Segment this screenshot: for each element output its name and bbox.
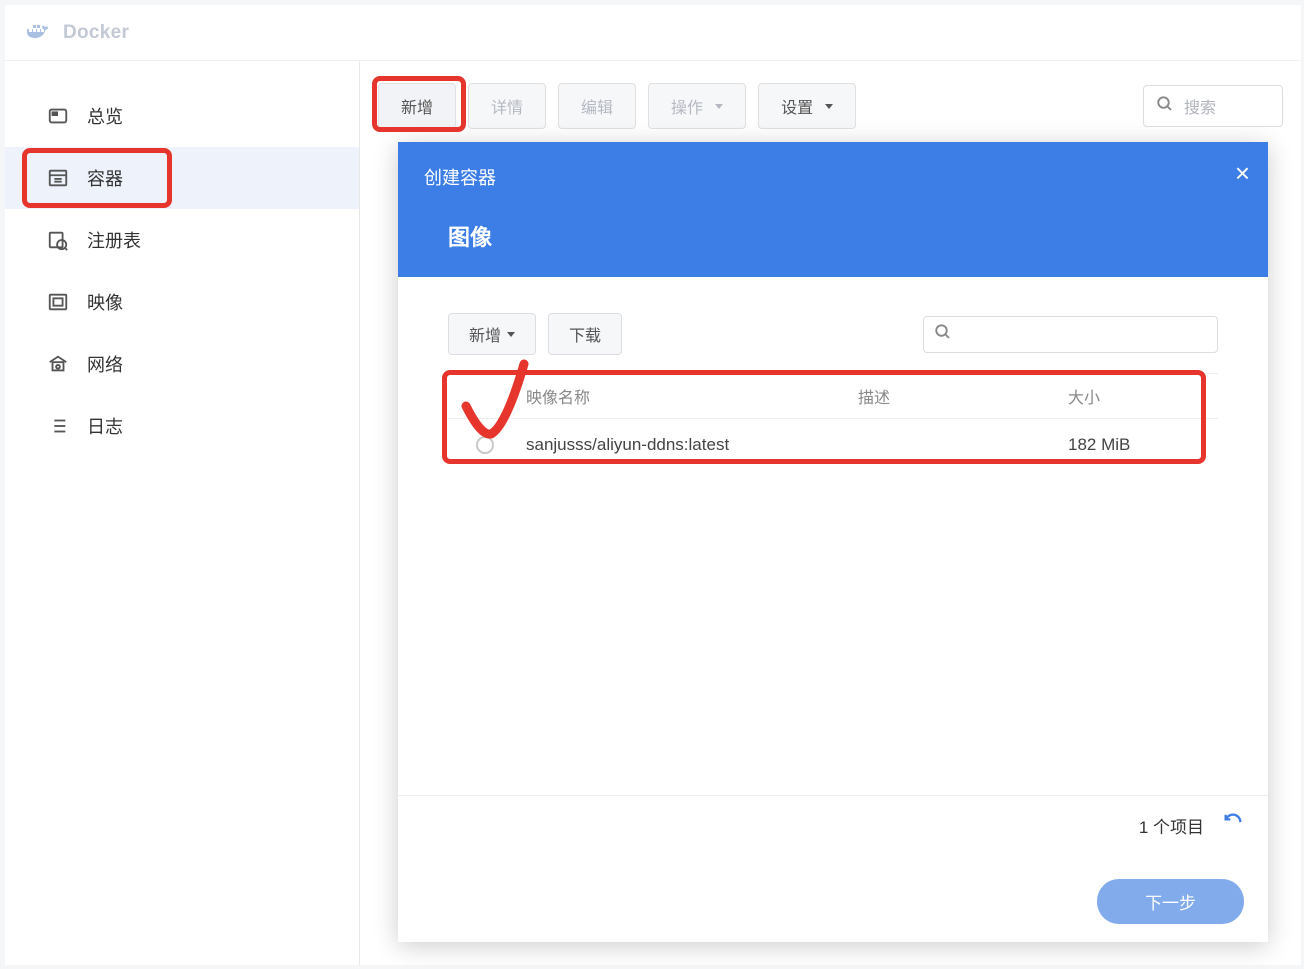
search-input[interactable]: 搜索: [1143, 85, 1283, 127]
sidebar-item-network[interactable]: 网络: [5, 333, 359, 395]
sidebar-item-containers[interactable]: 容器: [5, 147, 359, 209]
row-image-size: 182 MiB: [1068, 435, 1218, 455]
sidebar-item-label: 网络: [87, 351, 123, 377]
window-title: Docker: [63, 22, 129, 44]
registry-icon: [47, 229, 69, 251]
modal-body: 新增 下载 映像名称 描述 大小 sanjusss/aliyun-ddns:la…: [398, 277, 1268, 795]
toolbar: 新增 详情 编辑 操作 设置 搜索: [378, 83, 1283, 129]
next-button[interactable]: 下一步: [1097, 879, 1244, 924]
modal-add-dropdown[interactable]: 新增: [448, 313, 536, 355]
create-container-modal: 创建容器 图像 × 新增 下载 映像名称 描述 大小 sanjusss/aliy…: [398, 142, 1268, 942]
col-desc: 描述: [858, 384, 1068, 408]
modal-toolbar: 新增 下载: [448, 313, 1218, 355]
table-header: 映像名称 描述 大小: [448, 373, 1218, 419]
image-table: 映像名称 描述 大小 sanjusss/aliyun-ddns:latest 1…: [448, 373, 1218, 471]
modal-footer: 1 个项目: [398, 795, 1268, 855]
sidebar-item-registry[interactable]: 注册表: [5, 209, 359, 271]
operation-dropdown[interactable]: 操作: [648, 83, 746, 129]
close-icon[interactable]: ×: [1235, 160, 1250, 186]
search-icon: [934, 323, 962, 346]
modal-subtitle: 图像: [448, 220, 1242, 252]
modal-header: 创建容器 图像 ×: [398, 142, 1268, 277]
sidebar-item-label: 日志: [87, 413, 123, 439]
modal-title: 创建容器: [424, 164, 1242, 190]
radio-icon[interactable]: [476, 436, 494, 454]
sidebar-item-overview[interactable]: 总览: [5, 85, 359, 147]
modal-footer-area: 1 个项目 下一步: [398, 795, 1268, 942]
sidebar-item-label: 总览: [87, 103, 123, 129]
docker-logo-icon: [23, 18, 63, 47]
logs-icon: [47, 415, 69, 437]
sidebar-item-label: 注册表: [87, 227, 141, 253]
sidebar-item-logs[interactable]: 日志: [5, 395, 359, 457]
titlebar: Docker: [5, 5, 1301, 61]
modal-download-button[interactable]: 下载: [548, 313, 622, 355]
table-row[interactable]: sanjusss/aliyun-ddns:latest 182 MiB: [448, 419, 1218, 471]
sidebar-item-label: 容器: [87, 165, 123, 191]
item-count: 1 个项目: [1139, 813, 1204, 838]
search-placeholder: 搜索: [1184, 94, 1216, 118]
col-size: 大小: [1068, 384, 1218, 408]
col-name: 映像名称: [526, 384, 858, 408]
image-icon: [47, 291, 69, 313]
sidebar-item-label: 映像: [87, 289, 123, 315]
modal-search-input[interactable]: [923, 316, 1218, 353]
add-button[interactable]: 新增: [378, 83, 456, 129]
refresh-icon[interactable]: [1222, 812, 1244, 839]
settings-dropdown[interactable]: 设置: [758, 83, 856, 129]
container-icon: [47, 167, 69, 189]
overview-icon: [47, 105, 69, 127]
network-icon: [47, 353, 69, 375]
sidebar-item-images[interactable]: 映像: [5, 271, 359, 333]
sidebar: 总览 容器 注册表 映像: [5, 61, 360, 965]
details-button[interactable]: 详情: [468, 83, 546, 129]
row-image-name: sanjusss/aliyun-ddns:latest: [526, 435, 858, 455]
search-icon: [1156, 95, 1184, 118]
edit-button[interactable]: 编辑: [558, 83, 636, 129]
